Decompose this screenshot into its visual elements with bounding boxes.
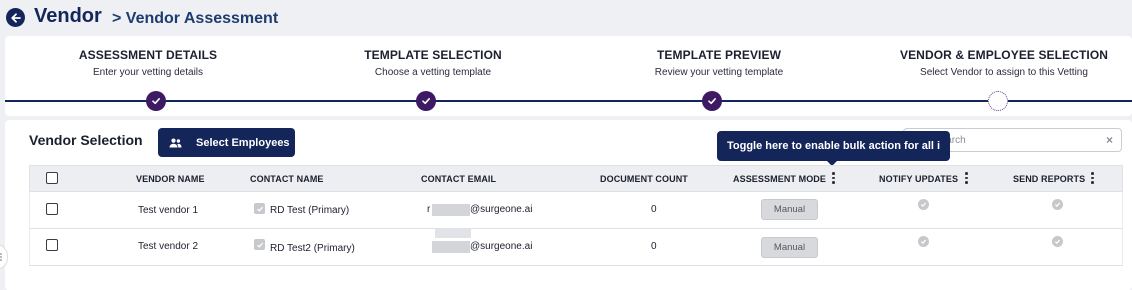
step-subtitle-assessment-details: Enter your vetting details bbox=[92, 67, 204, 78]
step-title-assessment-details: ASSESSMENT DETAILS bbox=[78, 48, 218, 62]
select-employees-button[interactable]: Select Employees bbox=[158, 128, 295, 157]
step-subtitle-template-selection: Choose a vetting template bbox=[374, 67, 492, 78]
step-title-template-selection: TEMPLATE SELECTION bbox=[364, 48, 502, 62]
bulk-action-tooltip: Toggle here to enable bulk action for al… bbox=[717, 131, 950, 161]
notify-updates-check-icon[interactable] bbox=[918, 236, 929, 247]
header-vendor-name: VENDOR NAME bbox=[136, 174, 205, 184]
breadcrumb: > Vendor Assessment bbox=[112, 10, 279, 27]
contact-checked-icon bbox=[254, 203, 265, 214]
step-complete-check-icon[interactable] bbox=[702, 91, 722, 111]
redacted-email-block bbox=[432, 241, 470, 253]
header-document-count: DOCUMENT COUNT bbox=[600, 174, 688, 184]
row-checkbox[interactable] bbox=[46, 239, 58, 251]
notify-updates-check-icon[interactable] bbox=[918, 199, 929, 210]
contact-name: RD Test2 (Primary) bbox=[270, 243, 355, 254]
section-title: Vendor Selection bbox=[29, 132, 143, 148]
stepper-progress-line bbox=[5, 100, 1132, 102]
page-header: Vendor > Vendor Assessment bbox=[0, 0, 1132, 36]
header-notify-updates: NOTIFY UPDATES bbox=[879, 174, 959, 184]
send-reports-check-icon[interactable] bbox=[1052, 236, 1063, 247]
select-employees-label: Select Employees bbox=[196, 136, 290, 149]
table-header: VENDOR NAME CONTACT NAME CONTACT EMAIL D… bbox=[29, 165, 1123, 192]
page-title: Vendor bbox=[34, 5, 102, 27]
assessment-mode-kebab-icon[interactable] bbox=[832, 172, 835, 184]
send-reports-check-icon[interactable] bbox=[1052, 199, 1063, 210]
document-count: 0 bbox=[651, 204, 657, 215]
step-complete-check-icon[interactable] bbox=[416, 91, 436, 111]
table-row[interactable]: Test vendor 2 RD Test2 (Primary) @surgeo… bbox=[29, 229, 1123, 266]
clear-search-icon[interactable]: × bbox=[1106, 133, 1113, 147]
contact-name: RD Test (Primary) bbox=[270, 205, 350, 216]
header-contact-name: CONTACT NAME bbox=[250, 174, 324, 184]
email-domain: @surgeone.ai bbox=[470, 241, 533, 252]
select-all-checkbox[interactable] bbox=[46, 172, 58, 184]
assessment-mode-button[interactable]: Manual bbox=[761, 199, 818, 220]
notify-updates-kebab-icon[interactable] bbox=[965, 172, 968, 184]
table-row[interactable]: Test vendor 1 RD Test (Primary) r @surge… bbox=[29, 192, 1123, 229]
vendor-name: Test vendor 2 bbox=[138, 241, 199, 252]
vendor-table: VENDOR NAME CONTACT NAME CONTACT EMAIL D… bbox=[29, 165, 1123, 266]
email-prefix: r bbox=[427, 204, 431, 215]
vendor-selection-panel: Vendor Selection Select Employees × Togg… bbox=[5, 120, 1132, 290]
redacted-email-block bbox=[432, 204, 470, 216]
step-complete-check-icon[interactable] bbox=[146, 91, 166, 111]
contact-checked-icon bbox=[254, 239, 265, 250]
step-title-vendor-employee-selection: VENDOR & EMPLOYEE SELECTION bbox=[899, 48, 1109, 62]
header-contact-email: CONTACT EMAIL bbox=[421, 174, 497, 184]
step-subtitle-vendor-employee-selection: Select Vendor to assign to this Vetting bbox=[920, 67, 1088, 78]
row-checkbox[interactable] bbox=[46, 203, 58, 215]
stepper: ASSESSMENT DETAILS Enter your vetting de… bbox=[5, 36, 1132, 116]
send-reports-kebab-icon[interactable] bbox=[1091, 172, 1094, 184]
document-count: 0 bbox=[651, 241, 657, 252]
step-title-template-preview: TEMPLATE PREVIEW bbox=[656, 48, 782, 62]
step-subtitle-template-preview: Review your vetting template bbox=[654, 67, 784, 78]
back-arrow-icon[interactable] bbox=[6, 8, 25, 27]
header-send-reports: SEND REPORTS bbox=[1013, 174, 1086, 184]
header-assessment-mode: ASSESSMENT MODE bbox=[733, 174, 827, 184]
search-input[interactable] bbox=[934, 132, 1094, 148]
email-domain: @surgeone.ai bbox=[470, 204, 533, 215]
vendor-name: Test vendor 1 bbox=[138, 205, 199, 216]
step-current-indicator[interactable] bbox=[988, 91, 1008, 111]
redacted-email-block bbox=[435, 229, 471, 238]
assessment-mode-button[interactable]: Manual bbox=[761, 237, 818, 258]
users-icon bbox=[169, 138, 182, 148]
